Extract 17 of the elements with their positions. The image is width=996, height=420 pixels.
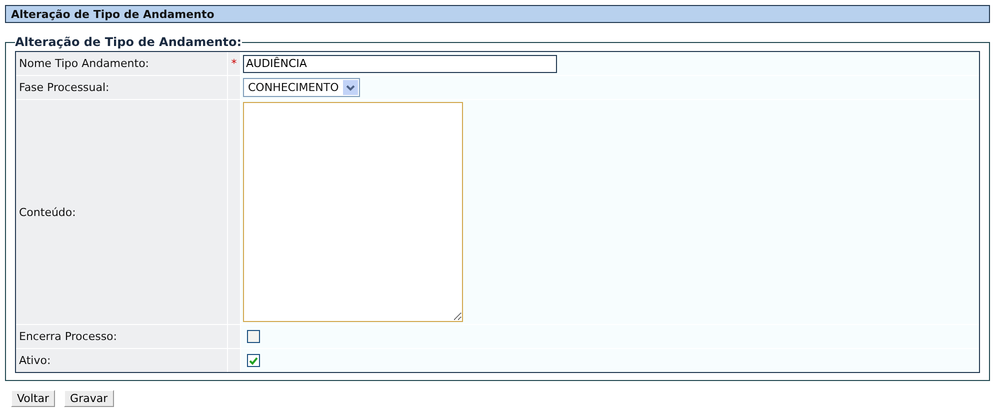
- form-button[interactable]: Voltar: [11, 390, 56, 407]
- field-label: Ativo:: [16, 349, 227, 372]
- field-label: Encerra Processo:: [16, 325, 227, 348]
- phase-select[interactable]: CONHECIMENTO: [243, 78, 360, 97]
- page-title-bar: Alteração de Tipo de Andamento: [5, 5, 990, 23]
- field-label: Fase Processual:: [16, 76, 227, 99]
- name-field[interactable]: AUDIÊNCIA: [243, 54, 557, 72]
- required-marker: *: [228, 52, 240, 75]
- checkbox[interactable]: [247, 330, 260, 343]
- form-button[interactable]: Gravar: [64, 390, 114, 407]
- field-label: Nome Tipo Andamento:: [16, 52, 227, 75]
- table-cell: [228, 349, 240, 372]
- content-field[interactable]: [243, 102, 463, 322]
- field-label: Conteúdo:: [16, 100, 227, 324]
- checkbox[interactable]: [247, 354, 260, 367]
- chevron-down-icon: [342, 80, 358, 95]
- form-legend: Alteração de Tipo de Andamento:: [15, 35, 242, 49]
